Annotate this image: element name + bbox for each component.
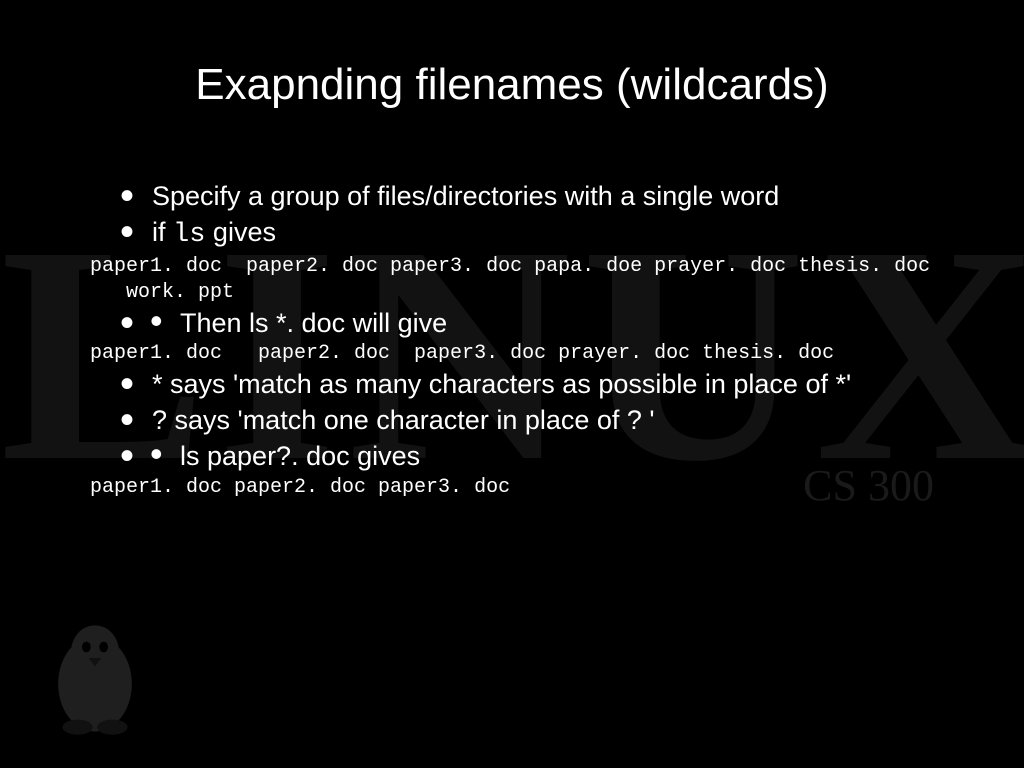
code-ls-output-1-line1: paper1. doc paper2. doc paper3. doc papa… [90,255,964,279]
text-if: if [152,217,173,247]
tux-icon [40,608,150,738]
code-ls: ls [173,220,205,250]
slide-body: Specify a group of files/directories wit… [120,180,964,502]
sub-wrapper-2: ls paper?. doc gives [120,440,964,474]
text-gives: gives [205,217,276,247]
code-ls-output-2: paper1. doc paper2. doc paper3. doc pray… [90,342,964,366]
slide-title: Exapnding filenames (wildcards) [0,60,1024,110]
bullet-ls-paper-q: ls paper?. doc gives [120,440,964,474]
slide: LINUX CS 300 Exapnding filenames (wildca… [0,0,1024,768]
code-ls-output-3: paper1. doc paper2. doc paper3. doc [90,476,964,500]
code-ls-output-1-line2: work. ppt [90,281,964,305]
bullet-question: ? says 'match one character in place of … [120,404,964,438]
bullet-specify: Specify a group of files/directories wit… [120,180,964,214]
sub-wrapper: Then ls *. doc will give [120,307,964,341]
bullet-star: * says 'match as many characters as poss… [120,368,964,402]
bullet-if-ls: if ls gives [120,216,964,253]
bullet-then-ls-star: Then ls *. doc will give [120,307,964,341]
